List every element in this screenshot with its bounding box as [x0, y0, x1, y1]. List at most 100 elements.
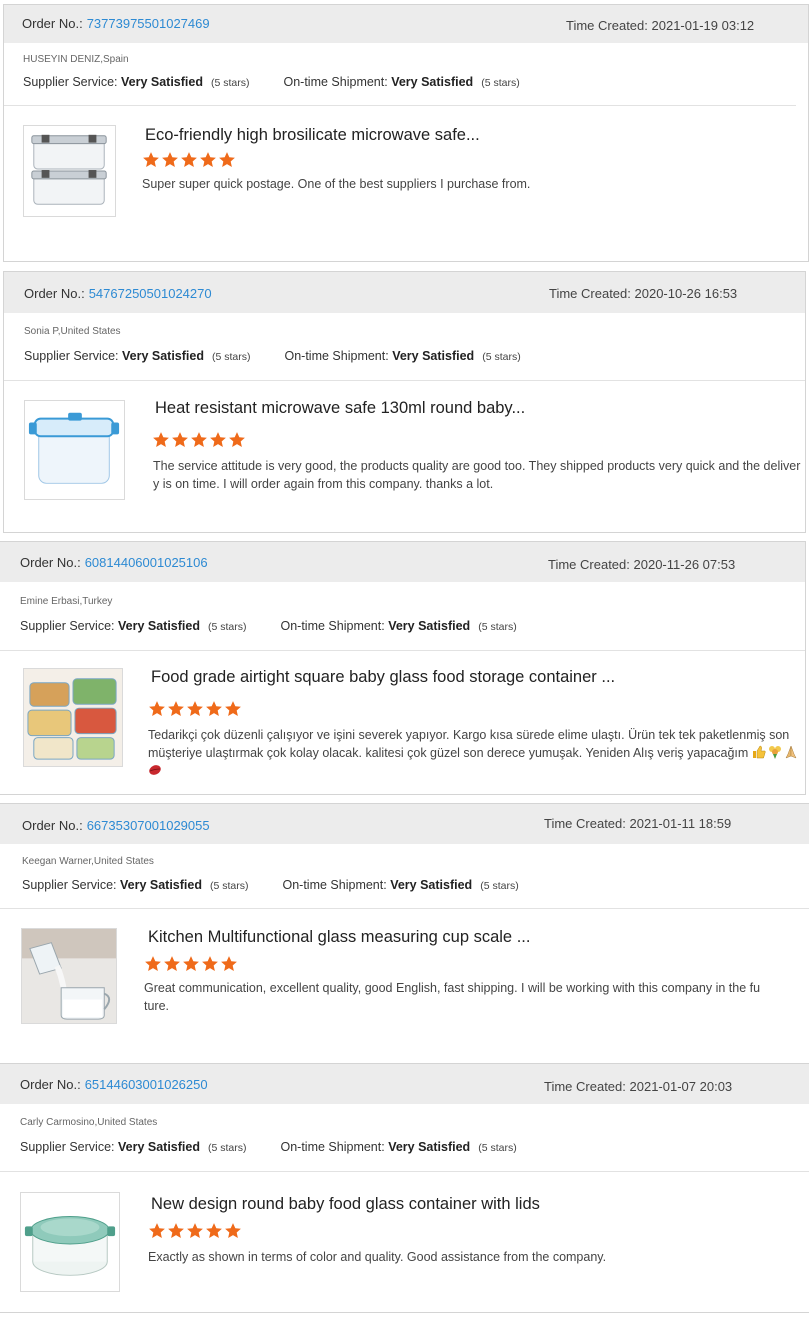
star-icon	[221, 956, 237, 971]
buyer-name: HUSEYIN DENIZ,Spain	[23, 54, 129, 65]
star-icon	[206, 1223, 222, 1238]
review-text: Great communication, excellent quality, …	[144, 981, 761, 1013]
review-card-header: Order No.: 65144603001026250 Time Created…	[0, 1064, 809, 1104]
supplier-service-label: Supplier Service:	[20, 1140, 115, 1154]
shipment-label: On-time Shipment:	[283, 75, 388, 89]
time-prefix: Time Created:	[544, 1079, 626, 1094]
star-icon	[145, 956, 161, 971]
order-number-link[interactable]: 65144603001026250	[85, 1077, 208, 1092]
supplier-service-label: Supplier Service:	[24, 349, 119, 363]
blue-lid-glass-container-icon	[28, 412, 120, 484]
star-icon	[172, 432, 188, 447]
time-value: 2021-01-19 03:12	[651, 18, 755, 33]
review-card: Order No.: 66735307001029055 Time Created…	[0, 803, 809, 1029]
time-prefix: Time Created:	[566, 18, 648, 33]
star-rating	[144, 955, 239, 973]
star-icon	[168, 701, 184, 716]
order-prefix: Order No.:	[22, 16, 83, 31]
time-prefix: Time Created:	[548, 557, 630, 572]
time-value: 2021-01-11 18:59	[629, 816, 732, 831]
time-created: Time Created: 2021-01-07 20:03	[544, 1079, 732, 1094]
order-number-link[interactable]: 73773975501027469	[87, 16, 210, 31]
review-card-header: Order No.: 66735307001029055 Time Created…	[0, 804, 809, 844]
supplier-service-value: Very Satisfied	[117, 619, 200, 633]
rating-summary: Supplier Service: Very Satisfied (5 stars…	[20, 619, 517, 633]
star-icon	[225, 1223, 241, 1238]
divider	[0, 650, 805, 651]
shipment-value: Very Satisfied	[392, 349, 475, 363]
supplier-stars-note: (5 stars)	[210, 77, 250, 89]
star-icon	[200, 152, 216, 167]
order-number-link[interactable]: 54767250501024270	[89, 286, 212, 301]
supplier-service-value: Very Satisfied	[119, 878, 202, 892]
product-thumbnail[interactable]	[24, 400, 125, 500]
supplier-service-value: Very Satisfied	[117, 1140, 200, 1154]
star-icon	[153, 432, 169, 447]
star-icon	[191, 432, 207, 447]
order-label: Order No.: 65144603001026250	[20, 1077, 208, 1092]
shipment-value: Very Satisfied	[390, 878, 473, 892]
product-title-link[interactable]: Eco-friendly high brosilicate microwave …	[145, 126, 480, 145]
divider	[4, 380, 805, 381]
review-card: Order No.: 54767250501024270 Time Created…	[3, 271, 806, 533]
shipment-stars-note: (5 stars)	[478, 1142, 517, 1154]
product-title-link[interactable]: New design round baby food glass contain…	[151, 1195, 540, 1214]
order-number-link[interactable]: 66735307001029055	[87, 818, 210, 833]
review-text: Super super quick postage. One of the be…	[142, 177, 531, 191]
order-label: Order No.: 60814406001025106	[20, 555, 208, 570]
star-icon	[162, 152, 178, 167]
star-rating	[152, 431, 247, 449]
shipment-label: On-time Shipment:	[284, 349, 389, 363]
product-title-link[interactable]: Heat resistant microwave safe 130ml roun…	[155, 399, 525, 418]
folded-hands-icon	[785, 745, 797, 759]
review-card: Order No.: 60814406001025106 Time Created…	[0, 541, 806, 795]
star-icon	[143, 152, 159, 167]
divider	[0, 1171, 809, 1172]
product-thumbnail[interactable]	[23, 668, 123, 767]
order-prefix: Order No.:	[22, 818, 83, 833]
supplier-service-value: Very Satisfied	[120, 75, 203, 89]
bouquet-icon	[768, 746, 781, 759]
rating-summary: Supplier Service: Very Satisfied (5 stars…	[22, 878, 519, 892]
rating-summary: Supplier Service: Very Satisfied (5 stars…	[20, 1140, 517, 1154]
buyer-name: Keegan Warner,United States	[22, 856, 154, 867]
time-prefix: Time Created:	[544, 816, 626, 831]
product-title-link[interactable]: Food grade airtight square baby glass fo…	[151, 668, 615, 687]
star-rating	[142, 151, 237, 169]
shipment-label: On-time Shipment:	[280, 619, 385, 633]
order-label: Order No.: 54767250501024270	[24, 286, 212, 301]
kiss-icon	[149, 765, 161, 775]
supplier-stars-note: (5 stars)	[207, 621, 247, 633]
star-icon	[149, 701, 165, 716]
time-created: Time Created: 2020-11-26 07:53	[548, 557, 735, 572]
star-icon	[187, 701, 203, 716]
time-created: Time Created: 2021-01-11 18:59	[544, 816, 731, 831]
supplier-service-value: Very Satisfied	[121, 349, 204, 363]
review-text: Exactly as shown in terms of color and q…	[148, 1250, 607, 1264]
product-title-link[interactable]: Kitchen Multifunctional glass measuring …	[148, 928, 530, 947]
star-icon	[187, 1223, 203, 1238]
star-icon	[183, 956, 199, 971]
buyer-name: Emine Erbasi,Turkey	[20, 596, 113, 607]
review-card-header: Order No.: 73773975501027469 Time Created…	[4, 5, 808, 43]
shipment-stars-note: (5 stars)	[480, 880, 519, 892]
star-icon	[206, 701, 222, 716]
order-number-link[interactable]: 60814406001025106	[85, 555, 208, 570]
buyer-name: Carly Carmosino,United States	[20, 1117, 158, 1128]
review-text-body: Tedarikçi çok düzenli çalışıyor ve işini…	[148, 728, 790, 760]
shipment-label: On-time Shipment:	[282, 878, 387, 892]
rectangular-glass-container-icon	[31, 134, 107, 205]
shipment-value: Very Satisfied	[388, 1140, 471, 1154]
review-text: Tedarikçi çok düzenli çalışıyor ve işini…	[148, 726, 800, 780]
buyer-name: Sonia P,United States	[24, 326, 121, 337]
measuring-cup-icon	[22, 929, 116, 1023]
product-thumbnail[interactable]	[20, 1192, 120, 1292]
time-value: 2020-11-26 07:53	[633, 557, 736, 572]
product-thumbnail[interactable]	[21, 928, 117, 1024]
time-value: 2021-01-07 20:03	[629, 1079, 733, 1094]
shipment-value: Very Satisfied	[391, 75, 474, 89]
star-icon	[164, 956, 180, 971]
review-card-header: Order No.: 54767250501024270 Time Created…	[4, 272, 805, 313]
shipment-stars-note: (5 stars)	[482, 351, 521, 363]
product-thumbnail[interactable]	[23, 125, 116, 217]
